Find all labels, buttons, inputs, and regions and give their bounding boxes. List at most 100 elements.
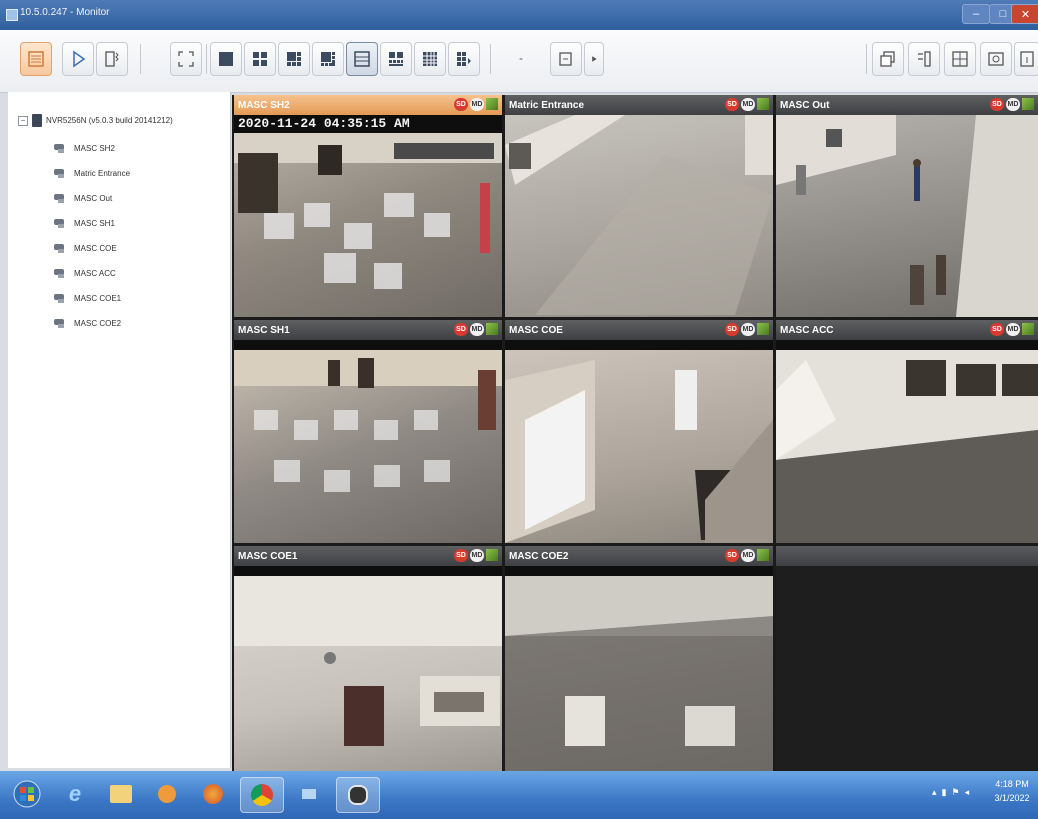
layout-10-icon [389,52,403,66]
chevron-right-icon [592,56,597,62]
taskbar-chrome[interactable] [240,777,284,813]
tree-item-label: Matric Entrance [74,168,131,178]
cell-title: MASC COE2 [509,550,569,562]
volume-icon[interactable]: ◂ [965,787,970,798]
layout-6-button[interactable] [278,42,310,76]
sequence-icon [559,52,572,66]
tree-root-nvr[interactable]: − NVR5256N (v5.0.3 build 20141212) [18,114,173,127]
taskbar-blank[interactable] [288,777,330,811]
layout-dropdown[interactable]: - [506,42,536,74]
tree-root-label: NVR5256N (v5.0.3 build 20141212) [46,116,173,125]
cell-header: MASC SH2 SD MD [234,95,502,115]
layout-13-button[interactable] [414,42,446,76]
cell-title: MASC SH1 [238,324,290,336]
media-player-icon [158,785,176,803]
system-tray[interactable]: ▴ ▮ ⚑ ◂ [932,787,969,798]
taskbar-clock[interactable]: 4:18 PM 3/1/2022 [988,777,1036,805]
info-icon [1020,51,1034,67]
video-cell[interactable]: MASC SH2 SD MD 2020-11-24 04:35:15 AM [234,95,502,317]
layout-8-button[interactable] [312,42,344,76]
video-feed [776,350,1038,543]
config-button[interactable] [96,42,128,76]
tree-item-camera[interactable]: MASC Out [54,190,112,206]
signal-icon [757,98,769,110]
layout-16-button[interactable] [448,42,480,76]
video-cell[interactable]: MASC ACC SD MD [776,320,1038,543]
tree-item-camera[interactable]: MASC COE [54,240,117,256]
video-cell[interactable]: MASC COE1 SD MD [234,546,502,771]
video-cell[interactable]: MASC COE2 SD MD [505,546,773,771]
taskbar-ie[interactable]: e [54,777,96,811]
video-feed [505,576,773,771]
window-titlebar: 10.5.0.247 - Monitor – □ ✕ [0,0,1038,30]
tree-item-label: MASC SH2 [74,143,115,153]
sequence-button[interactable] [550,42,582,76]
video-feed [234,350,502,543]
window-button-4[interactable] [980,42,1012,76]
tray-arrow-icon[interactable]: ▴ [932,787,937,798]
network-icon[interactable]: ▮ [942,787,947,798]
layout-6-icon [287,52,301,66]
cell-header: MASC COE2 SD MD [505,546,773,566]
tree-item-label: MASC COE1 [74,293,122,303]
motion-badge: MD [470,98,484,111]
tree-item-camera[interactable]: MASC SH1 [54,215,115,231]
close-button[interactable]: ✕ [1011,4,1038,24]
taskbar-firefox[interactable] [192,777,234,811]
record-badge: SD [725,323,739,336]
tree-item-label: MASC Out [74,193,113,203]
layout-9-button[interactable] [346,42,378,76]
taskbar-monitor-app[interactable] [336,777,380,813]
chrome-icon [251,784,273,806]
video-cell[interactable]: MASC Out SD MD [776,95,1038,317]
dropdown-label: - [519,51,523,65]
taskbar-explorer[interactable] [100,777,142,811]
nvr-icon [32,114,42,127]
layout-9-icon [354,51,370,67]
tree-item-camera[interactable]: MASC SH2 [54,140,115,156]
cell-title: Matric Entrance [509,99,585,111]
window-icon [880,51,895,67]
flag-icon[interactable]: ⚑ [951,787,959,798]
camera-icon [54,143,68,153]
window-button-5[interactable] [1014,42,1038,76]
signal-icon [757,549,769,561]
motion-badge: MD [741,98,755,111]
layout-4-icon [253,52,267,66]
playback-button[interactable] [62,42,94,76]
record-badge: SD [725,549,739,562]
tree-item-camera[interactable]: Matric Entrance [54,165,130,181]
fullscreen-button[interactable] [170,42,202,76]
video-cell[interactable]: MASC SH1 SD MD [234,320,502,543]
layout-4-button[interactable] [244,42,276,76]
layout-13-icon [423,52,437,66]
video-grid: MASC SH2 SD MD 2020-11-24 04:35:15 AM Mat… [232,95,1038,771]
device-tree-panel: − NVR5256N (v5.0.3 build 20141212) MASC … [8,92,231,768]
cell-header: MASC COE1 SD MD [234,546,502,566]
video-cell-empty[interactable] [776,546,1038,771]
monitor-button[interactable] [20,42,52,76]
minimize-button[interactable]: – [962,4,990,24]
app-icon [6,9,18,21]
tree-item-camera[interactable]: MASC ACC [54,265,116,281]
video-feed [234,133,502,317]
cell-title: MASC ACC [780,324,834,336]
cell-timestamp [234,340,502,350]
collapse-icon[interactable]: − [18,115,28,126]
tree-item-camera[interactable]: MASC COE2 [54,315,121,331]
tree-item-camera[interactable]: MASC COE1 [54,290,121,306]
cell-header: MASC COE SD MD [505,320,773,340]
layout-10-button[interactable] [380,42,412,76]
video-cell[interactable]: Matric Entrance SD MD [505,95,773,317]
sequence-next-button[interactable] [584,42,604,76]
window-button-2[interactable] [908,42,940,76]
window-button-1[interactable] [872,42,904,76]
window-button-3[interactable] [944,42,976,76]
taskbar-media[interactable] [146,777,188,811]
video-cell[interactable]: MASC COE SD MD [505,320,773,543]
start-button[interactable] [6,777,48,811]
cell-timestamp [776,340,1038,350]
layout-1-button[interactable] [210,42,242,76]
motion-badge: MD [741,549,755,562]
fullscreen-icon [178,51,194,67]
